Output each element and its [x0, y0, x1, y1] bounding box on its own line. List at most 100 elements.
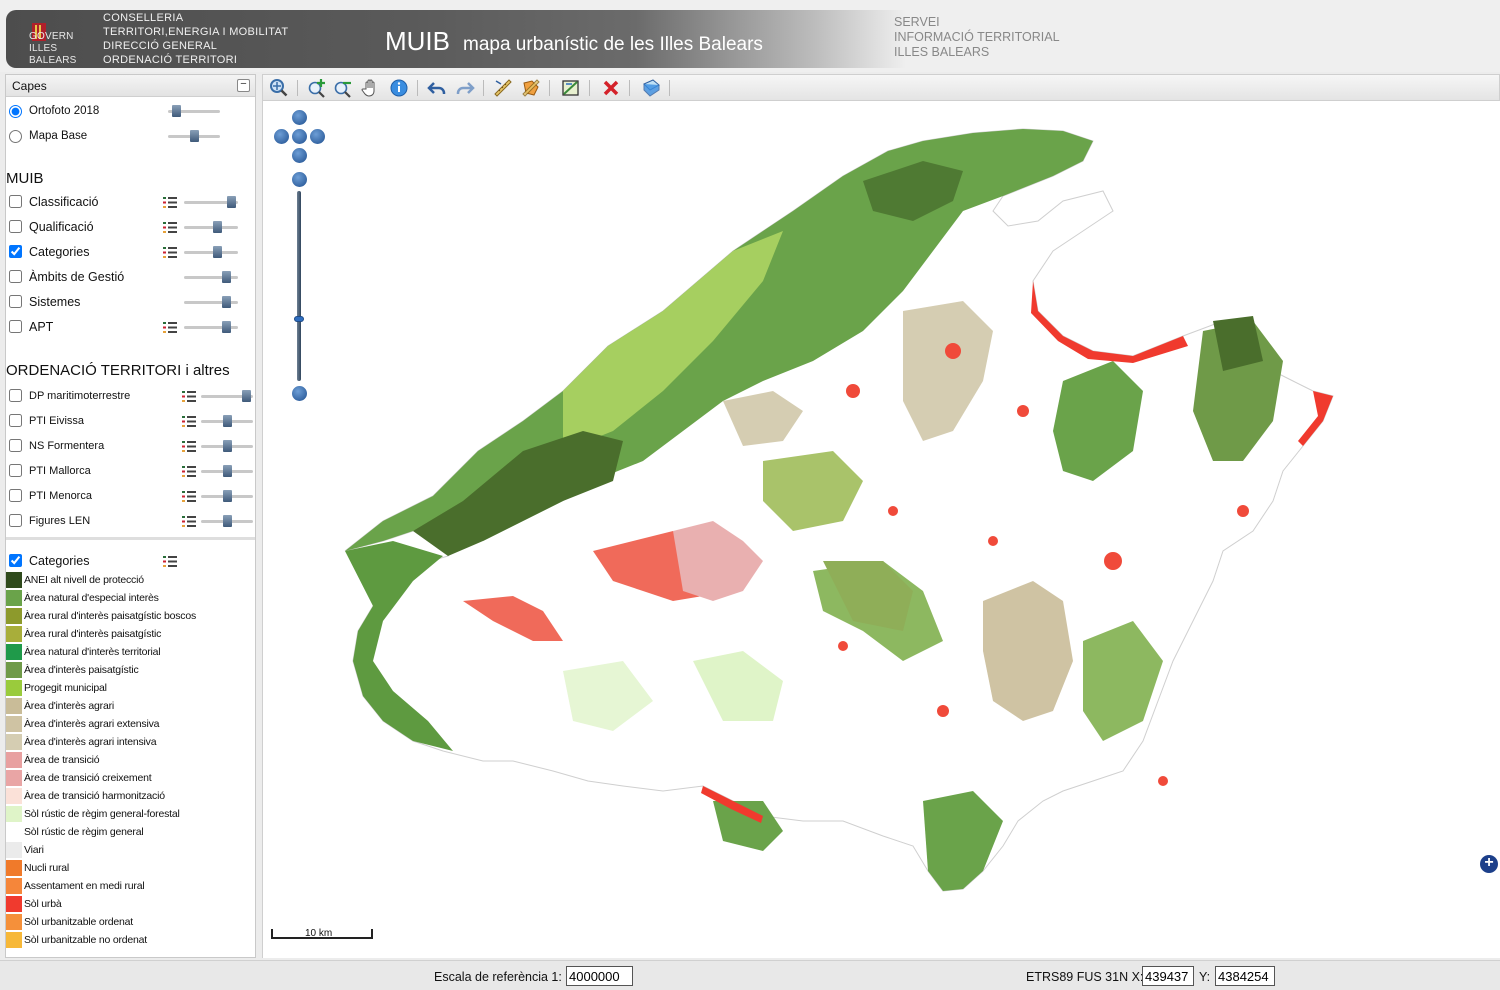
map-town [937, 705, 949, 717]
scale-reference-input[interactable] [566, 966, 633, 986]
layer-label: Qualificació [29, 220, 94, 234]
collapse-panel-button[interactable]: − [237, 79, 250, 92]
slider-knob[interactable] [223, 415, 232, 427]
layer-legend-icon[interactable] [163, 247, 177, 258]
layer-opacity-slider[interactable] [201, 415, 253, 427]
legend-item-label: Àrea d'interès agrari [24, 700, 115, 712]
zoom-out-icon[interactable] [333, 78, 353, 98]
base-layer-mapa-base-radio[interactable] [9, 130, 22, 143]
slider-knob[interactable] [223, 440, 232, 452]
layer-checkbox-pti-menorca[interactable] [9, 489, 22, 502]
slider-knob[interactable] [190, 130, 199, 142]
mallorca-map-canvas[interactable] [263, 101, 1500, 958]
layer-checkbox-ns-formentera[interactable] [9, 439, 22, 452]
slider-knob[interactable] [227, 196, 236, 208]
layer-checkbox-pti-mallorca[interactable] [9, 464, 22, 477]
legend-item: Àrea natural d'interès territorial [6, 643, 255, 661]
pan-hand-icon[interactable] [361, 78, 381, 98]
pan-up-button[interactable] [292, 110, 307, 125]
zoom-extent-icon[interactable] [269, 78, 289, 98]
layer-checkbox-pti-eivissa[interactable] [9, 414, 22, 427]
slider-knob[interactable] [223, 490, 232, 502]
layer-opacity-slider[interactable] [201, 390, 253, 402]
scale-bar-label: 10 km [305, 928, 333, 939]
base-layer-ortofoto: Ortofoto 2018 [6, 102, 255, 124]
zoom-slider-knob[interactable] [294, 316, 304, 322]
layer-checkbox-figures-len[interactable] [9, 514, 22, 527]
layer-checkbox-qualificacio[interactable] [9, 220, 22, 233]
layer-checkbox-categories[interactable] [9, 245, 22, 258]
mapa-base-opacity-slider[interactable] [168, 130, 220, 142]
clear-icon[interactable] [601, 78, 621, 98]
measure-line-icon[interactable] [493, 78, 513, 98]
layer-opacity-slider[interactable] [184, 246, 238, 258]
base-layer-ortofoto-radio[interactable] [9, 105, 22, 118]
slider-knob[interactable] [213, 246, 222, 258]
layer-label: PTI Mallorca [29, 465, 91, 477]
layer-legend-icon[interactable] [182, 516, 196, 527]
layer-checkbox-ambits-de-gestio[interactable] [9, 270, 22, 283]
layer-opacity-slider[interactable] [184, 296, 238, 308]
expand-layer-switcher-button[interactable]: + [1480, 855, 1498, 873]
slider-knob[interactable] [222, 321, 231, 333]
map-town [1104, 552, 1122, 570]
slider-knob[interactable] [223, 515, 232, 527]
slider-knob[interactable] [242, 390, 251, 402]
slider-knob[interactable] [223, 465, 232, 477]
layer-legend-icon[interactable] [182, 491, 196, 502]
select-area-icon[interactable] [561, 78, 581, 98]
layer-opacity-slider[interactable] [201, 490, 253, 502]
coordinate-y-input[interactable] [1215, 966, 1275, 986]
layer-opacity-slider[interactable] [201, 465, 253, 477]
legend-swatch [6, 878, 22, 894]
layer-legend-icon[interactable] [182, 416, 196, 427]
panel-divider [6, 537, 255, 540]
layer-opacity-slider[interactable] [184, 221, 238, 233]
slider-knob[interactable] [213, 221, 222, 233]
layer-checkbox-sistemes[interactable] [9, 295, 22, 308]
zoom-slider[interactable] [297, 191, 301, 381]
zoom-in-icon[interactable] [307, 78, 327, 98]
zoom-out-button[interactable] [292, 386, 307, 401]
slider-knob[interactable] [222, 296, 231, 308]
legend-item-label: ANEI alt nivell de protecció [24, 574, 144, 586]
zoom-in-button[interactable] [292, 172, 307, 187]
layer-legend-icon[interactable] [163, 197, 177, 208]
pan-down-button[interactable] [292, 148, 307, 163]
ortofoto-opacity-slider[interactable] [168, 105, 220, 117]
legend-swatch [6, 914, 22, 930]
measure-area-icon[interactable] [521, 78, 541, 98]
undo-icon[interactable] [427, 78, 447, 98]
map-viewport[interactable]: 10 km + [262, 101, 1500, 958]
layer-checkbox-dp-maritimoterrestre[interactable] [9, 389, 22, 402]
legend-list-icon[interactable] [163, 556, 177, 567]
map-town [988, 536, 998, 546]
base-layer-mapa-base-label: Mapa Base [29, 130, 88, 142]
layer-legend-icon[interactable] [163, 222, 177, 233]
legend-item: Àrea d'interès agrari [6, 697, 255, 715]
layer-checkbox-apt[interactable] [9, 320, 22, 333]
layer-opacity-slider[interactable] [201, 440, 253, 452]
coordinate-x-input[interactable] [1142, 966, 1194, 986]
redo-icon[interactable] [455, 78, 475, 98]
legend-item: Sòl urbà [6, 895, 255, 913]
layer-checkbox-classificacio[interactable] [9, 195, 22, 208]
pan-left-button[interactable] [274, 129, 289, 144]
pan-right-button[interactable] [310, 129, 325, 144]
layer-legend-icon[interactable] [182, 466, 196, 477]
print-icon[interactable] [641, 78, 661, 98]
layer-legend-icon[interactable] [182, 441, 196, 452]
layer-legend-icon[interactable] [182, 391, 196, 402]
legend-categories-checkbox[interactable] [9, 554, 22, 567]
layer-opacity-slider[interactable] [184, 271, 238, 283]
map-town [1017, 405, 1029, 417]
slider-knob[interactable] [172, 105, 181, 117]
layer-label: DP maritimoterrestre [29, 390, 131, 402]
info-icon[interactable] [389, 78, 409, 98]
layer-legend-icon[interactable] [163, 322, 177, 333]
layer-opacity-slider[interactable] [201, 515, 253, 527]
layer-opacity-slider[interactable] [184, 321, 238, 333]
pan-center-button[interactable] [292, 129, 307, 144]
slider-knob[interactable] [222, 271, 231, 283]
layer-opacity-slider[interactable] [184, 196, 238, 208]
